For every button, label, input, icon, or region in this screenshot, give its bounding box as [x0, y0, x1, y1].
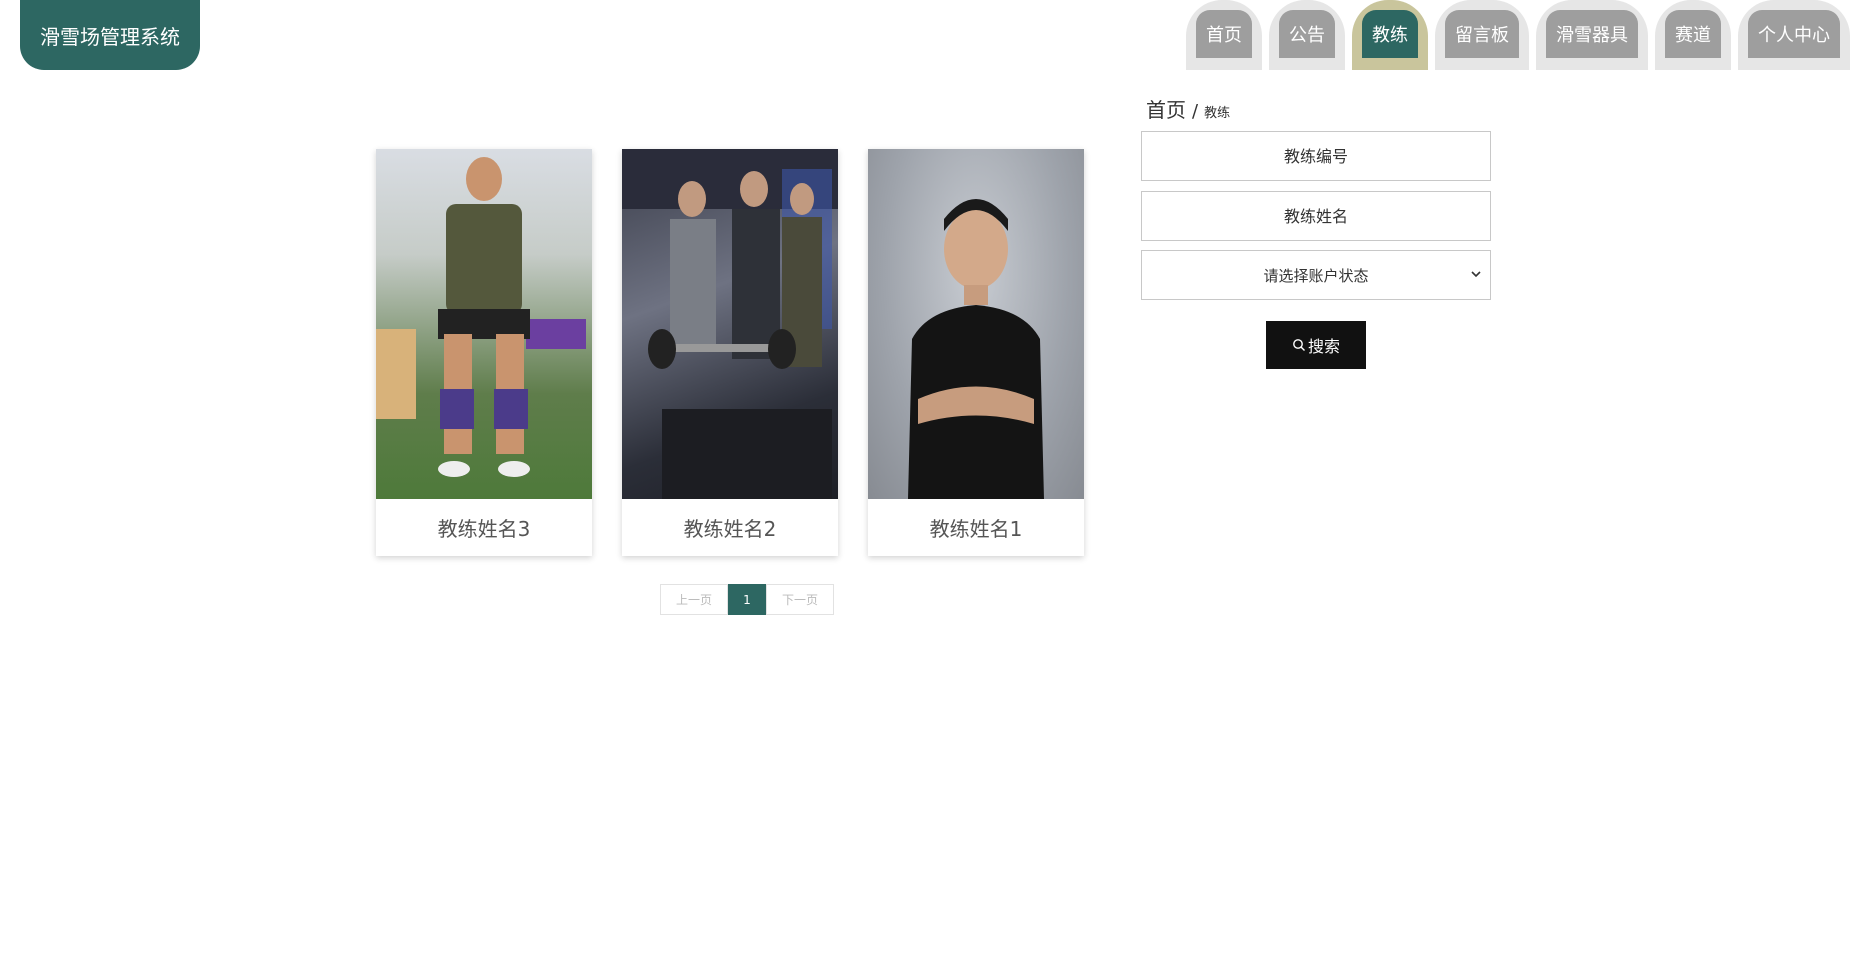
search-icon	[1293, 339, 1305, 351]
coach-number-input[interactable]	[1141, 131, 1491, 181]
next-page-button[interactable]: 下一页	[766, 584, 834, 615]
coach-name: 教练姓名3	[437, 517, 531, 541]
coach-name: 教练姓名1	[929, 517, 1023, 541]
nav-item-notice[interactable]: 公告	[1269, 0, 1345, 70]
coach-photo-illustration	[908, 199, 1044, 499]
account-status-select[interactable]: 请选择账户状态	[1141, 250, 1491, 300]
coach-name: 教练姓名2	[683, 517, 777, 541]
nav-item-profile[interactable]: 个人中心	[1738, 0, 1850, 70]
top-nav: 首页 公告 教练 留言板 滑雪器具 赛道 个人中心	[1186, 0, 1850, 70]
nav-label: 公告	[1279, 10, 1335, 58]
search-button[interactable]: 搜索	[1266, 321, 1366, 369]
coach-photo	[376, 149, 592, 499]
coach-photo-illustration	[622, 149, 838, 499]
nav-label: 个人中心	[1748, 10, 1840, 58]
nav-label: 留言板	[1445, 10, 1519, 58]
coach-card[interactable]: 教练姓名3	[376, 149, 592, 556]
nav-item-track[interactable]: 赛道	[1655, 0, 1731, 70]
breadcrumb-home[interactable]: 首页	[1146, 94, 1186, 123]
coach-photo-illustration	[376, 157, 586, 477]
nav-label: 滑雪器具	[1546, 10, 1638, 58]
prev-page-button[interactable]: 上一页	[660, 584, 728, 615]
nav-item-ski-equipment[interactable]: 滑雪器具	[1536, 0, 1648, 70]
breadcrumb-current: 教练	[1204, 106, 1231, 121]
coach-name-input[interactable]	[1141, 191, 1491, 241]
coach-card-list: 教练姓名3 教练姓名2 教练姓名1	[376, 149, 1084, 556]
nav-item-message-board[interactable]: 留言板	[1435, 0, 1529, 70]
nav-label: 首页	[1196, 10, 1252, 58]
coach-card[interactable]: 教练姓名1	[868, 149, 1084, 556]
nav-label: 教练	[1362, 10, 1418, 58]
coach-card[interactable]: 教练姓名2	[622, 149, 838, 556]
pagination: 上一页 1 下一页	[660, 584, 834, 615]
nav-label: 赛道	[1665, 10, 1721, 58]
search-button-label: 搜索	[1307, 337, 1340, 356]
app-title: 滑雪场管理系统	[40, 24, 180, 49]
breadcrumb: 首页 / 教练	[1146, 94, 1230, 123]
coach-photo	[622, 149, 838, 499]
page-number-button[interactable]: 1	[728, 584, 766, 615]
coach-photo	[868, 149, 1084, 499]
app-logo[interactable]: 滑雪场管理系统	[20, 0, 200, 70]
nav-item-coach[interactable]: 教练	[1352, 0, 1428, 70]
breadcrumb-separator: /	[1192, 101, 1199, 122]
chevron-down-icon	[1471, 271, 1481, 278]
nav-item-home[interactable]: 首页	[1186, 0, 1262, 70]
account-status-select-label: 请选择账户状态	[1263, 266, 1369, 285]
